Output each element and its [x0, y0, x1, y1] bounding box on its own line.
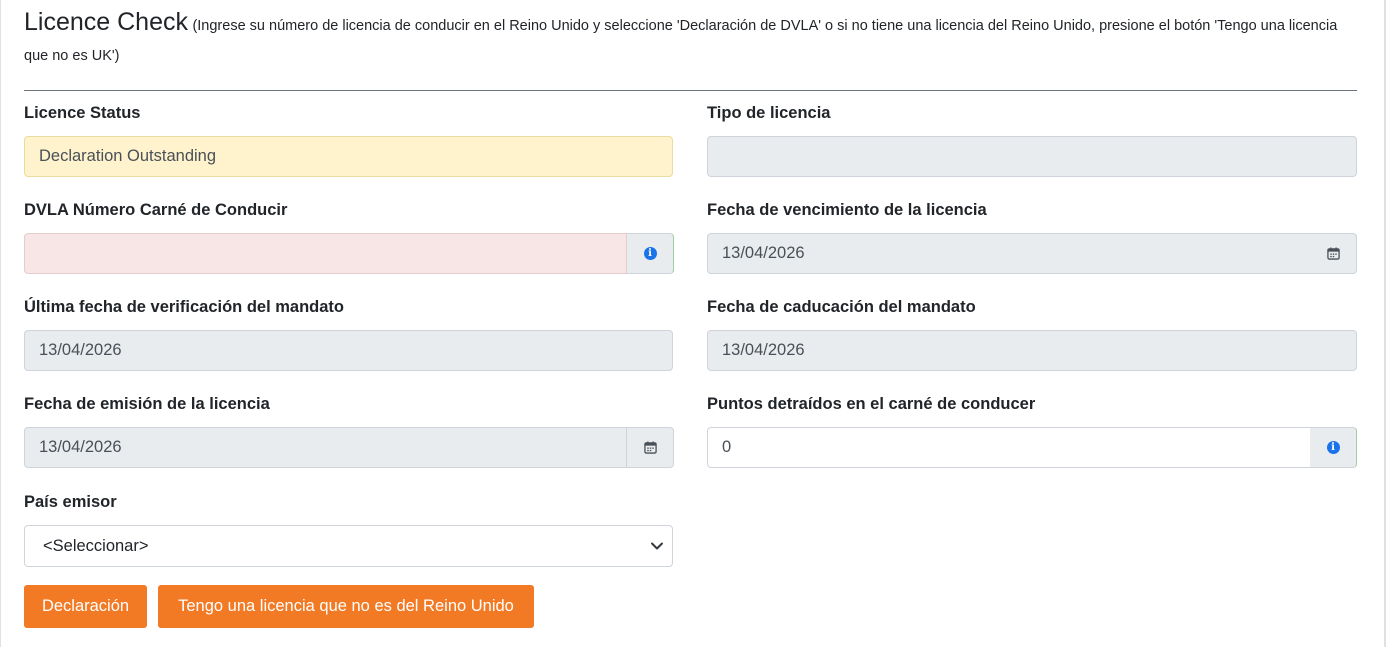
licence-status-label: Licence Status [24, 104, 141, 122]
points-input[interactable]: 0 [707, 427, 1311, 468]
points-info-button[interactable]: i [1310, 427, 1357, 468]
frame-left-border [0, 0, 1, 647]
issuing-country-selected: <Seleccionar> [43, 537, 149, 555]
page-subtitle: (Ingrese su número de licencia de conduc… [24, 18, 1338, 64]
calendar-icon [1326, 247, 1340, 260]
licence-issue-field: 13/04/2026 [24, 427, 627, 468]
info-icon: i [643, 247, 657, 260]
licence-expiry-field: 13/04/2026 [707, 233, 1311, 274]
licence-status-field: Declaration Outstanding [24, 136, 673, 177]
section-header: Licence Check (Ingrese su número de lice… [24, 8, 1357, 71]
info-icon: i [1326, 441, 1340, 454]
page-title: Licence Check [24, 8, 188, 36]
points-label: Puntos detraídos en el carné de conducer [707, 395, 1036, 413]
licence-type-label: Tipo de licencia [707, 104, 831, 122]
dvla-number-input[interactable] [24, 233, 627, 274]
licence-type-field [707, 136, 1357, 177]
dvla-info-button[interactable]: i [627, 233, 674, 274]
last-mandate-check-field: 13/04/2026 [24, 330, 673, 371]
last-mandate-check-label: Última fecha de verificación del mandato [24, 298, 345, 316]
mandate-expiry-field: 13/04/2026 [707, 330, 1357, 371]
licence-issue-label: Fecha de emisión de la licencia [24, 395, 270, 413]
issuing-country-label: País emisor [24, 493, 117, 511]
dvla-number-label: DVLA Número Carné de Conducir [24, 201, 288, 219]
calendar-icon [643, 441, 657, 454]
mandate-expiry-label: Fecha de caducación del mandato [707, 298, 976, 316]
non-uk-licence-button[interactable]: Tengo una licencia que no es del Reino U… [158, 585, 534, 628]
issuing-country-select[interactable]: <Seleccionar> [24, 525, 673, 567]
declaration-button[interactable]: Declaración [24, 585, 147, 628]
chevron-down-icon [651, 542, 663, 550]
divider [24, 90, 1357, 91]
licence-issue-calendar-button[interactable] [627, 427, 674, 468]
licence-expiry-label: Fecha de vencimiento de la licencia [707, 201, 987, 219]
licence-expiry-calendar-button[interactable] [1310, 233, 1357, 274]
